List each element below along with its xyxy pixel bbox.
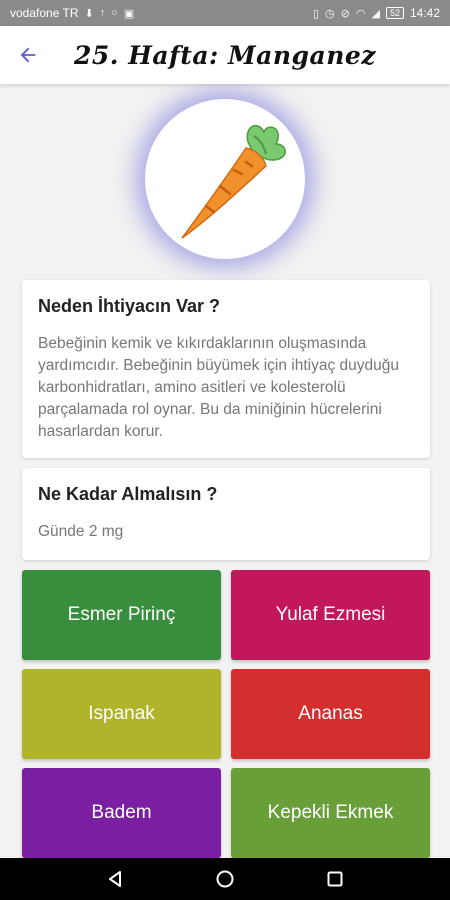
nav-back-button[interactable] (95, 859, 135, 899)
signal-icon: ◢ (371, 7, 380, 20)
upload-icon: ↑ (99, 7, 106, 19)
square-recents-icon (327, 871, 343, 887)
food-button-esmer-pirinc[interactable]: Esmer Pirinç (22, 570, 221, 660)
food-grid: Esmer Pirinç Yulaf Ezmesi Ispanak Ananas… (22, 570, 430, 858)
clock: 14:42 (409, 6, 440, 20)
nav-recents-button[interactable] (315, 859, 355, 899)
vibrate-icon: ▯ (312, 7, 320, 20)
amount-card: Ne Kadar Almalısın ? Günde 2 mg (22, 468, 430, 560)
hero-circle (145, 99, 305, 259)
why-card-body: Bebeğinin kemik ve kıkırdaklarının oluşm… (38, 335, 400, 440)
battery-icon: 52 (385, 7, 404, 19)
status-bar: vodafone TR ⬇ ↑ ○ ▣ ▯ ◷ ⊘ ◠ ◢ 52 14:42 (0, 0, 450, 26)
food-button-yulaf-ezmesi[interactable]: Yulaf Ezmesi (231, 570, 430, 660)
carrot-icon (181, 124, 286, 239)
circle-home-icon (216, 870, 234, 888)
triangle-back-icon (109, 871, 121, 887)
why-card: Neden İhtiyacın Var ? Bebeğinin kemik ve… (22, 280, 430, 458)
message-icon: ▣ (123, 7, 135, 20)
wifi-icon: ◠ (355, 7, 366, 20)
amount-card-body: Günde 2 mg (38, 523, 124, 540)
amount-card-title: Ne Kadar Almalısın ? (38, 484, 218, 504)
why-card-title: Neden İhtiyacın Var ? (38, 296, 221, 316)
alarm-icon: ◷ (325, 7, 335, 20)
carrier-label: vodafone TR (10, 6, 79, 20)
food-button-ananas[interactable]: Ananas (231, 669, 430, 759)
back-button[interactable] (0, 26, 56, 84)
app-bar: 25. Hafta: Manganez (0, 26, 450, 84)
usb-icon: ⬇ (84, 7, 94, 20)
back-arrow-icon (20, 47, 36, 63)
hero (0, 84, 450, 274)
system-nav-bar (0, 858, 450, 900)
nav-home-button[interactable] (205, 859, 245, 899)
whatsapp-icon: ○ (111, 7, 118, 19)
food-button-badem[interactable]: Badem (22, 768, 221, 858)
food-button-ispanak[interactable]: Ispanak (22, 669, 221, 759)
food-button-kepekli-ekmek[interactable]: Kepekli Ekmek (231, 768, 430, 858)
page-title: 25. Hafta: Manganez (74, 40, 376, 70)
no-disturb-icon: ⊘ (340, 7, 350, 20)
